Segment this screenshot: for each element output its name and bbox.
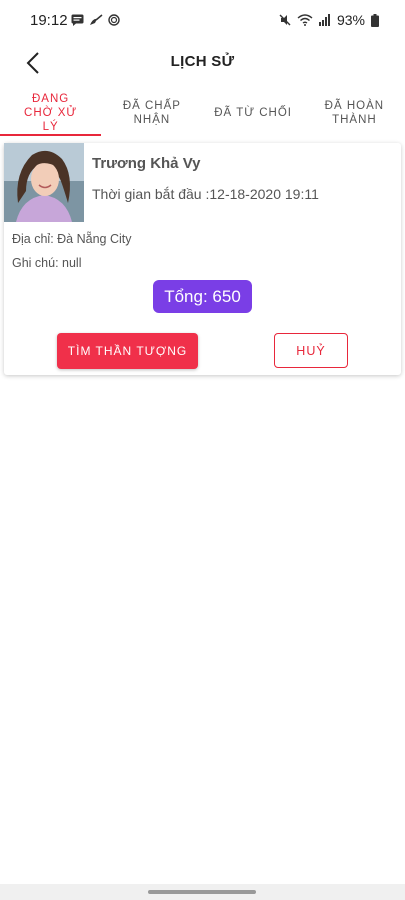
avatar	[4, 143, 84, 222]
note: Ghi chú: null	[12, 256, 82, 270]
tab-rejected[interactable]: ĐÃ TỪ CHỐI	[203, 90, 304, 136]
tab-label: ĐÃ TỪ CHỐI	[214, 107, 292, 119]
tab-pending[interactable]: ĐANG CHỜ XỬ LÝ	[0, 90, 102, 136]
find-idol-button[interactable]: TÌM THẦN TƯỢNG	[57, 333, 198, 369]
page-title: LỊCH SỬ	[170, 53, 235, 70]
tab-label: ĐÃ HOÀN THÀNH	[324, 100, 385, 126]
tab-completed[interactable]: ĐÃ HOÀN THÀNH	[304, 90, 405, 136]
system-nav-bar	[0, 884, 405, 900]
home-handle[interactable]	[148, 890, 256, 894]
tab-label: ĐANG CHỜ XỬ LÝ	[24, 93, 78, 133]
status-time: 19:12	[30, 12, 68, 29]
target-icon	[108, 14, 120, 26]
message-icon	[71, 14, 84, 26]
mute-icon	[279, 14, 291, 26]
tab-accepted[interactable]: ĐÃ CHẤP NHẬN	[101, 90, 202, 136]
battery-icon	[371, 13, 379, 27]
status-left-icons	[71, 14, 120, 26]
total-badge: Tổng: 650	[153, 280, 252, 313]
cancel-button[interactable]: HUỶ	[274, 333, 348, 368]
customer-name: Trương Khả Vy	[92, 155, 201, 172]
status-bar: 19:12 93%	[0, 0, 405, 40]
tab-bar: ĐANG CHỜ XỬ LÝ ĐÃ CHẤP NHẬN ĐÃ TỪ CHỐI Đ…	[0, 90, 405, 136]
app-bar: LỊCH SỬ	[0, 40, 405, 84]
broom-icon	[90, 14, 103, 25]
signal-icon	[318, 14, 330, 26]
booking-card: Trương Khả Vy Thời gian bắt đầu :12-18-2…	[4, 143, 401, 375]
wifi-icon	[297, 14, 313, 26]
battery-percent: 93%	[336, 12, 365, 28]
tab-label: ĐÃ CHẤP NHẬN	[122, 100, 181, 126]
start-time: Thời gian bắt đầu :12-18-2020 19:11	[92, 186, 319, 202]
status-right: 93%	[279, 12, 379, 28]
address: Địa chỉ: Đà Nẵng City	[12, 232, 132, 246]
